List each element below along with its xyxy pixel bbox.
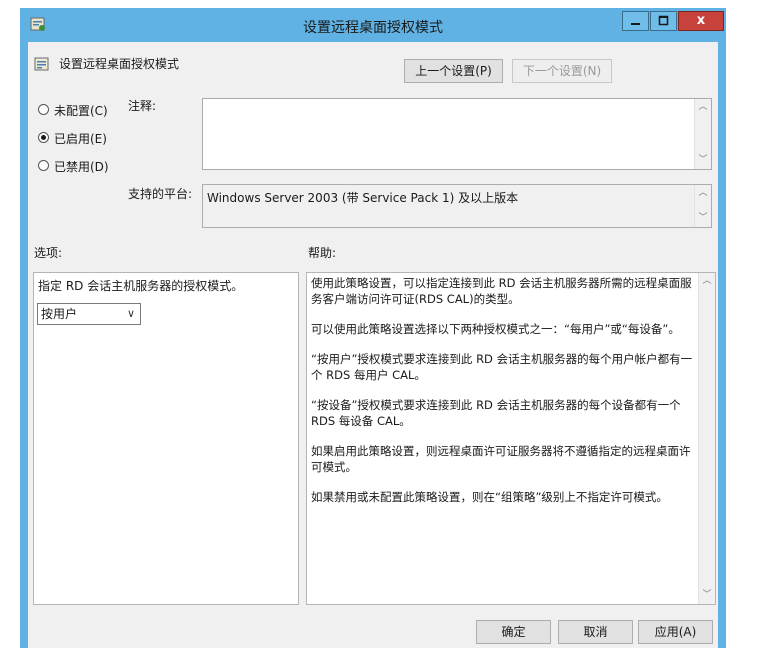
options-description: 指定 RD 会话主机服务器的授权模式。 <box>38 279 244 293</box>
close-button[interactable]: x <box>678 11 724 31</box>
radio-label: 未配置(C) <box>54 104 108 118</box>
radio-circle[interactable] <box>38 160 49 171</box>
minimize-icon <box>631 23 640 25</box>
setting-title: 设置远程桌面授权模式 <box>59 57 180 71</box>
help-paragraph: “按用户”授权模式要求连接到此 RD 会话主机服务器的每个用户帐户都有一个 RD… <box>311 352 693 382</box>
previous-setting-button[interactable]: 上一个设置(P) <box>404 59 503 83</box>
comment-scrollbar[interactable]: ︿ ﹀ <box>694 99 711 169</box>
help-paragraph: 如果启用此策略设置，则远程桌面许可证服务器将不遵循指定的远程桌面许可模式。 <box>311 444 691 474</box>
comment-label: 注释: <box>128 99 157 113</box>
options-label: 选项: <box>34 246 63 260</box>
dialog-client-area: 设置远程桌面授权模式 上一个设置(P) 下一个设置(N) 未配置(C) 已启用(… <box>28 42 718 648</box>
licensing-mode-value: 按用户 <box>41 307 78 321</box>
platform-scrollbar[interactable]: ︿ ﹀ <box>694 185 711 227</box>
maximize-button[interactable] <box>650 11 677 31</box>
policy-dialog-window: 设置远程桌面授权模式 x 设置远程桌面授权模式 上一个设置(P) 下一个设置(N… <box>20 8 726 648</box>
setting-icon <box>34 57 49 71</box>
help-paragraph: 使用此策略设置，可以指定连接到此 RD 会话主机服务器所需的远程桌面服务客户端访… <box>311 276 692 306</box>
platform-label: 支持的平台: <box>128 187 193 201</box>
radio-label: 已启用(E) <box>54 132 107 146</box>
help-paragraph: 可以使用此策略设置选择以下两种授权模式之一：“每用户”或“每设备”。 <box>311 322 680 336</box>
platform-value: Windows Server 2003 (带 Service Pack 1) 及… <box>207 191 519 205</box>
ok-button[interactable]: 确定 <box>476 620 551 644</box>
next-setting-button[interactable]: 下一个设置(N) <box>512 59 612 83</box>
scroll-down-icon[interactable]: ﹀ <box>695 152 711 169</box>
scroll-up-icon[interactable]: ︿ <box>695 99 711 116</box>
help-paragraph: “按设备”授权模式要求连接到此 RD 会话主机服务器的每个设备都有一个 RDS … <box>311 398 681 428</box>
scroll-down-icon[interactable]: ﹀ <box>695 210 711 227</box>
title-bar[interactable]: 设置远程桌面授权模式 x <box>20 8 726 42</box>
platform-textbox: Windows Server 2003 (带 Service Pack 1) 及… <box>202 184 712 228</box>
help-pane: 使用此策略设置，可以指定连接到此 RD 会话主机服务器所需的远程桌面服务客户端访… <box>306 272 716 605</box>
maximize-icon <box>658 15 669 26</box>
help-paragraph: 如果禁用或未配置此策略设置，则在“组策略”级别上不指定许可模式。 <box>311 490 668 504</box>
radio-circle[interactable] <box>38 104 49 115</box>
help-scrollbar[interactable]: ︿ ﹀ <box>698 273 715 604</box>
chevron-down-icon: ∨ <box>126 307 135 320</box>
help-label: 帮助: <box>308 246 337 260</box>
scroll-up-icon[interactable]: ︿ <box>695 185 711 202</box>
scroll-up-icon[interactable]: ︿ <box>699 273 715 290</box>
radio-dot <box>41 135 46 140</box>
radio-label: 已禁用(D) <box>54 160 109 174</box>
radio-circle-selected[interactable] <box>38 132 49 143</box>
close-icon: x <box>696 13 706 28</box>
options-pane: 指定 RD 会话主机服务器的授权模式。 按用户 ∨ <box>33 272 299 605</box>
licensing-mode-select[interactable]: 按用户 ∨ <box>37 303 141 325</box>
help-text: 使用此策略设置，可以指定连接到此 RD 会话主机服务器所需的远程桌面服务客户端访… <box>311 275 695 519</box>
cancel-button[interactable]: 取消 <box>558 620 633 644</box>
scroll-down-icon[interactable]: ﹀ <box>699 587 715 604</box>
window-title: 设置远程桌面授权模式 <box>303 20 443 36</box>
apply-button[interactable]: 应用(A) <box>638 620 713 644</box>
minimize-button[interactable] <box>622 11 649 31</box>
comment-textbox[interactable]: ︿ ﹀ <box>202 98 712 170</box>
